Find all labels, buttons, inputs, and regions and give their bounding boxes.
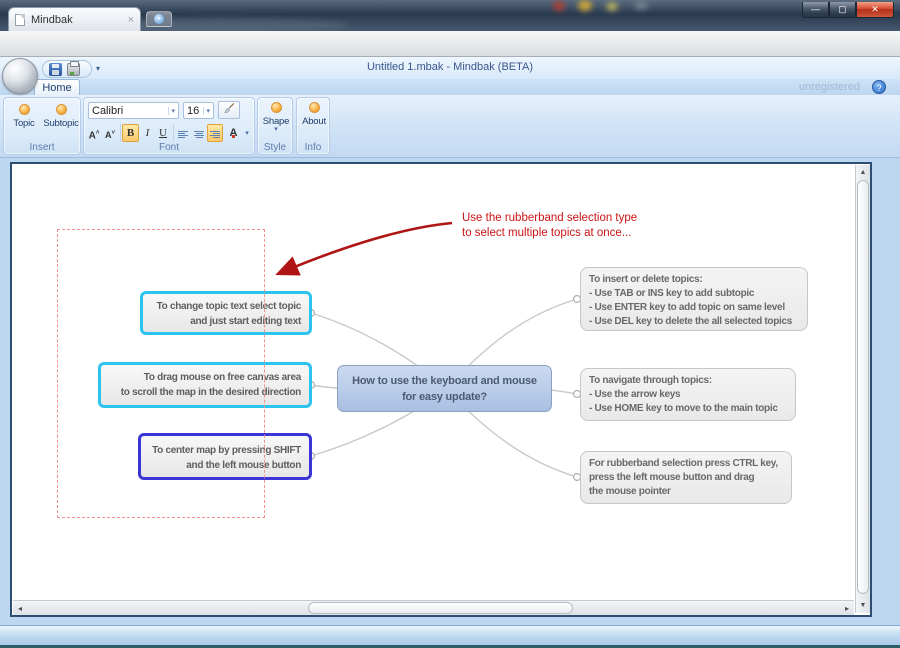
font-family-select[interactable]: Calibri ▾ <box>88 102 179 119</box>
ribbon-tab-row <box>0 79 900 95</box>
topic-button-label: Topic <box>7 118 41 129</box>
font-size-value: 16 <box>187 105 203 117</box>
about-button[interactable]: About <box>298 100 330 127</box>
close-button[interactable]: ✕ <box>856 2 894 18</box>
horizontal-scrollbar[interactable]: ◂ ▸ <box>13 600 854 615</box>
vertical-scrollbar[interactable]: ▲ ▼ <box>855 165 870 613</box>
browser-tab[interactable]: Mindbak × <box>8 7 141 31</box>
scroll-up-icon[interactable]: ▲ <box>856 169 870 176</box>
ribbon-group-info: About Info <box>296 97 330 155</box>
brush-icon <box>223 102 235 114</box>
window-titlebar: Mindbak × + — ▢ ✕ <box>0 0 900 31</box>
ribbon: Topic Subtopic Insert Calibri ▾ 16 ▾ A˄ … <box>0 95 900 158</box>
bold-button[interactable]: B <box>122 124 139 142</box>
about-icon <box>309 102 320 113</box>
insert-group-label: Insert <box>4 142 80 153</box>
scroll-right-icon[interactable]: ▸ <box>845 604 849 613</box>
topic-navigate[interactable]: To navigate through topics: - Use the ar… <box>580 368 796 421</box>
align-left-button[interactable] <box>175 124 191 142</box>
status-strip <box>0 625 900 648</box>
topic-root[interactable]: How to use the keyboard and mouse for ea… <box>337 365 552 412</box>
topic-line: For rubberband selection press CTRL key, <box>589 457 783 471</box>
window-controls: — ▢ ✕ <box>802 2 894 18</box>
font-color-icon: A <box>230 127 238 139</box>
new-tab-button[interactable]: + <box>146 11 172 27</box>
chevron-down-icon: ▾ <box>203 107 210 115</box>
ribbon-group-font: Calibri ▾ 16 ▾ A˄ A˅ B I U A ▾ Font <box>83 97 255 155</box>
topic-icon <box>19 104 30 115</box>
chevron-down-icon: ▾ <box>168 107 175 115</box>
registration-status: unregistered <box>799 81 860 93</box>
grow-font-button[interactable]: A˄ <box>86 124 102 142</box>
info-group-label: Info <box>297 142 329 153</box>
topic-line: - Use the arrow keys <box>589 388 787 402</box>
topic-line: the mouse pointer <box>589 485 783 499</box>
shrink-font-button[interactable]: A˅ <box>102 124 118 142</box>
rubberband-selection-rect <box>57 229 265 518</box>
topic-line: To insert or delete topics: <box>589 273 799 287</box>
app-menu-orb[interactable] <box>2 58 38 94</box>
topic-line: - Use ENTER key to add topic on same lev… <box>589 301 799 315</box>
style-group-label: Style <box>258 142 292 153</box>
chevron-down-icon: ▾ <box>259 127 293 133</box>
plus-icon: + <box>154 14 164 24</box>
about-button-label: About <box>298 116 330 127</box>
topic-line: for easy update? <box>346 389 543 405</box>
subtopic-icon <box>56 104 67 115</box>
topic-line: To navigate through topics: <box>589 374 787 388</box>
format-painter-button[interactable] <box>218 101 240 119</box>
align-center-button[interactable] <box>191 124 207 142</box>
ribbon-group-insert: Topic Subtopic Insert <box>3 97 81 155</box>
desktop-blur-red <box>553 1 565 11</box>
minimize-button[interactable]: — <box>802 2 829 18</box>
topic-insert-delete[interactable]: To insert or delete topics: - Use TAB or… <box>580 267 808 331</box>
font-color-dropdown-icon[interactable]: ▾ <box>242 124 252 142</box>
grow-font-label: A <box>89 130 96 141</box>
document-title: Untitled 1.mbak - Mindbak (BETA) <box>0 61 900 73</box>
desktop-blur-gray <box>634 1 648 10</box>
favicon-icon <box>15 14 25 26</box>
scroll-down-icon[interactable]: ▼ <box>856 602 870 609</box>
desktop-blur-yellow <box>578 0 592 11</box>
horizontal-scroll-thumb[interactable] <box>308 602 573 614</box>
topic-line: - Use DEL key to delete the all selected… <box>589 315 799 329</box>
shape-icon <box>271 102 282 113</box>
topic-button[interactable]: Topic <box>7 102 41 129</box>
topic-rubberband[interactable]: For rubberband selection press CTRL key,… <box>580 451 792 504</box>
align-left-icon <box>178 131 188 140</box>
divider <box>120 124 121 142</box>
tab-home[interactable]: Home <box>34 79 80 96</box>
divider <box>173 124 174 142</box>
font-size-select[interactable]: 16 ▾ <box>183 102 214 119</box>
topic-line: press the left mouse button and drag <box>589 471 783 485</box>
tab-title: Mindbak <box>31 14 128 26</box>
tab-close-icon[interactable]: × <box>128 14 134 26</box>
subtopic-button-label: Subtopic <box>40 118 82 129</box>
shape-button[interactable]: Shape ▾ <box>259 100 293 133</box>
font-group-label: Font <box>84 142 254 153</box>
underline-button[interactable]: U <box>155 124 171 142</box>
topic-line: How to use the keyboard and mouse <box>346 373 543 389</box>
align-right-button[interactable] <box>207 124 223 142</box>
browser-window: Mindbak × + — ▢ ✕ ← → ⟳ ⌂ mindbak.com ☆ … <box>0 0 900 648</box>
maximize-button[interactable]: ▢ <box>829 2 856 18</box>
align-right-icon <box>210 131 220 140</box>
annotation-line1: Use the rubberband selection type <box>462 211 637 226</box>
vertical-scroll-thumb[interactable] <box>857 180 869 594</box>
topic-line: - Use TAB or INS key to add subtopic <box>589 287 799 301</box>
font-family-value: Calibri <box>92 105 168 117</box>
italic-button[interactable]: I <box>140 124 155 142</box>
scroll-left-icon[interactable]: ◂ <box>18 604 22 613</box>
help-icon[interactable]: ? <box>872 80 886 94</box>
browser-toolbar: ← → ⟳ ⌂ mindbak.com ☆ <box>0 31 900 57</box>
align-center-icon <box>194 131 204 140</box>
annotation-text: Use the rubberband selection type to sel… <box>462 211 637 241</box>
topic-line: - Use HOME key to move to the main topic <box>589 402 787 416</box>
ribbon-group-style: Shape ▾ Style <box>257 97 293 155</box>
subtopic-button[interactable]: Subtopic <box>40 102 82 129</box>
font-color-button[interactable]: A <box>225 124 242 142</box>
annotation-line2: to select multiple topics at once... <box>462 226 637 241</box>
desktop-blur-yellow2 <box>606 2 618 11</box>
